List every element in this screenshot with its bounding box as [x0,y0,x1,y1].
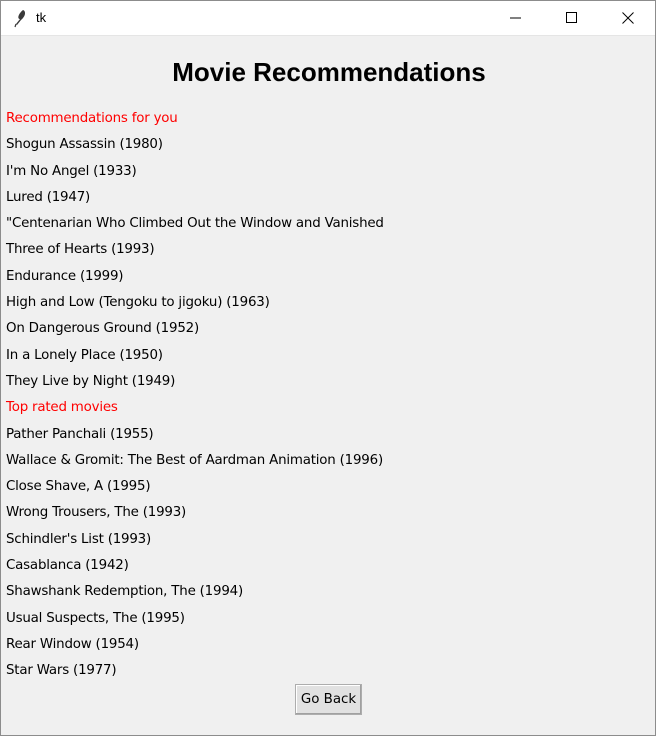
list-item: Casablanca (1942) [6,558,129,574]
movie-list: Recommendations for you Shogun Assassin … [6,109,606,688]
feather-icon [11,8,31,28]
close-icon [622,11,634,24]
list-item: Three of Hearts (1993) [6,242,155,258]
list-item: Lured (1947) [6,189,91,205]
list-item: High and Low (Tengoku to jigoku) (1963) [6,295,270,311]
desktop-background-right [656,0,661,743]
window-title: tk [36,10,47,25]
list-item: They Live by Night (1949) [6,373,176,389]
app-window: tk Movie Recommendations Recommendations… [0,0,656,736]
recommendations-label: Recommendations for you [6,111,178,126]
list-item: On Dangerous Ground (1952) [6,321,199,337]
list-item: Pather Panchali (1955) [6,426,154,442]
maximize-icon [566,11,577,23]
list-item: I'm No Angel (1933) [6,163,137,179]
list-item: In a Lonely Place (1950) [6,347,163,363]
minimize-button[interactable] [493,1,539,34]
go-back-button[interactable]: Go Back [295,684,362,715]
list-item: Shogun Assassin (1980) [6,137,163,153]
list-item: Wrong Trousers, The (1993) [6,505,187,521]
list-item: Usual Suspects, The (1995) [6,610,185,626]
list-item: Rear Window (1954) [6,636,139,652]
desktop-background-bottom [0,736,661,743]
top-rated-label: Top rated movies [6,400,118,416]
title-bar[interactable]: tk [1,1,655,36]
list-item: Shawshank Redemption, The (1994) [6,584,243,600]
minimize-icon [510,17,521,18]
list-item: Wallace & Gromit: The Best of Aardman An… [6,452,383,468]
close-button[interactable] [605,1,651,34]
list-item: Close Shave, A (1995) [6,479,151,495]
list-item: "Centenarian Who Climbed Out the Window … [6,216,384,232]
page-title: Movie Recommendations [172,57,486,87]
maximize-button[interactable] [549,1,595,34]
list-item: Endurance (1999) [6,268,124,284]
list-item: Schindler's List (1993) [6,531,152,547]
